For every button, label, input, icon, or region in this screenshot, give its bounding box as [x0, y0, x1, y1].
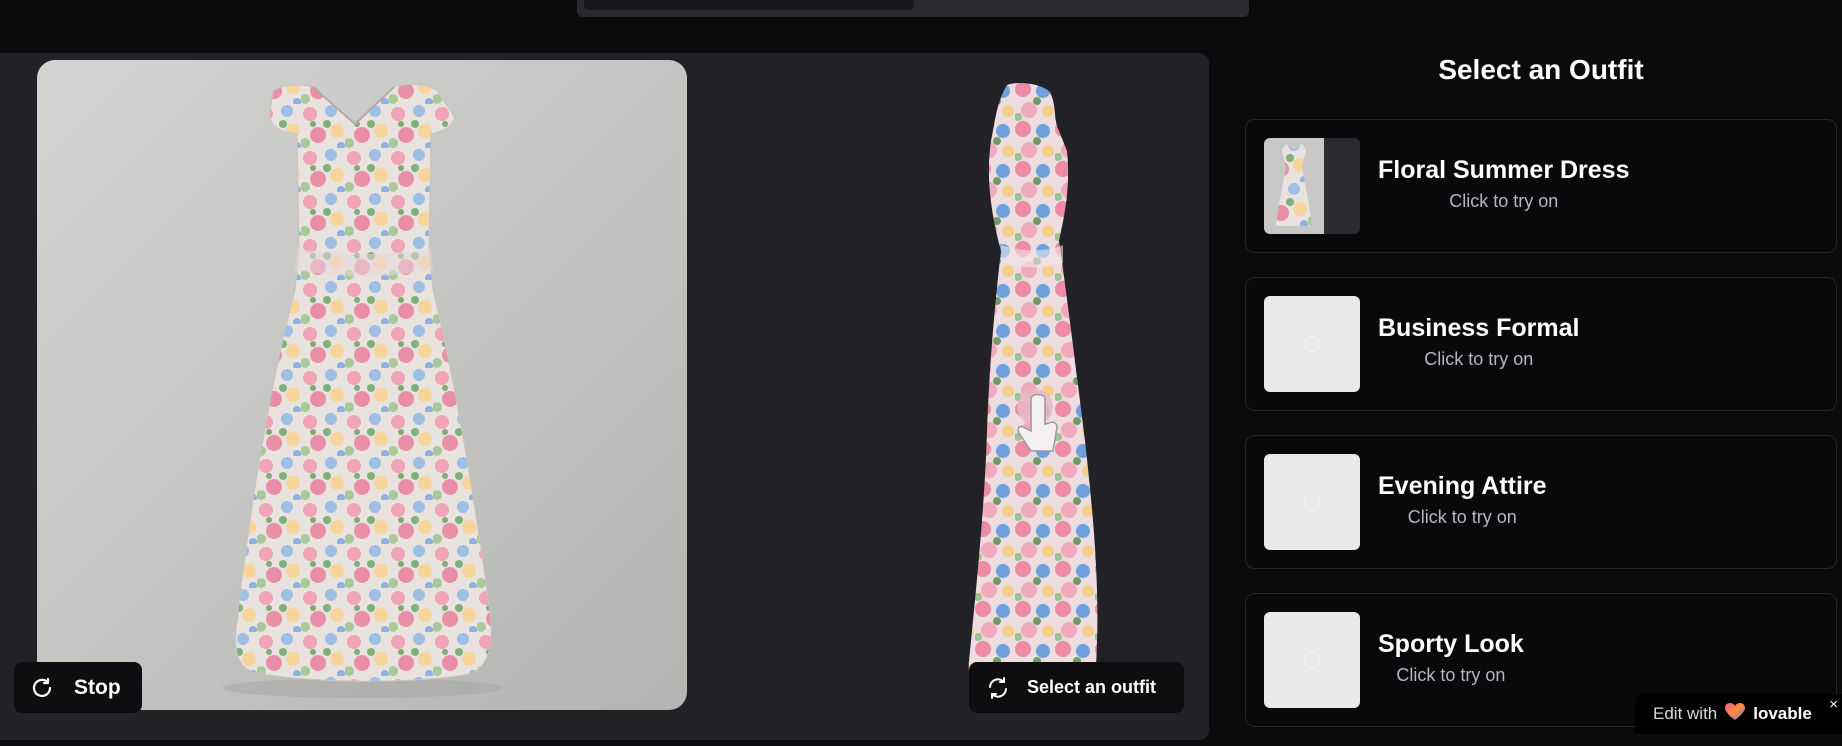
outfit-card-evening-attire[interactable]: Evening Attire Click to try on: [1245, 435, 1837, 569]
outfit-name: Evening Attire: [1378, 472, 1547, 500]
outfit-card-business-formal[interactable]: Business Formal Click to try on: [1245, 277, 1837, 411]
loading-spinner-icon: [1304, 336, 1320, 352]
outfit-card-text: Sporty Look Click to try on: [1378, 630, 1524, 686]
select-outfit-button[interactable]: Select an outfit: [969, 662, 1184, 713]
select-outfit-label: Select an outfit: [1027, 677, 1157, 697]
toolbar-input[interactable]: [584, 0, 914, 10]
outfit-thumbnail: [1264, 612, 1360, 708]
stop-label: Stop: [74, 675, 121, 699]
top-toolbar: [577, 0, 1249, 17]
heart-icon: [1725, 702, 1746, 726]
outfit-card-text: Evening Attire Click to try on: [1378, 472, 1547, 528]
loading-spinner-icon: [1304, 652, 1320, 668]
stop-button[interactable]: Stop: [14, 662, 142, 713]
outfit-name: Business Formal: [1378, 314, 1580, 342]
outfit-card-text: Floral Summer Dress Click to try on: [1378, 156, 1630, 212]
outfit-card-text: Business Formal Click to try on: [1378, 314, 1579, 370]
outfit-name: Sporty Look: [1378, 630, 1524, 658]
outfit-subtitle: Click to try on: [1449, 191, 1559, 211]
refresh-icon: [29, 675, 55, 701]
loading-spinner-icon: [1304, 494, 1320, 510]
edit-with-lovable-badge[interactable]: Edit with lovable ×: [1635, 694, 1842, 734]
edit-with-label: Edit with: [1653, 704, 1718, 723]
tryon-stage: Stop Select an outfit: [0, 53, 1209, 740]
outfit-subtitle: Click to try on: [1396, 665, 1506, 685]
outfit-subtitle: Click to try on: [1424, 349, 1534, 369]
outfit-photo: [37, 60, 687, 710]
outfit-card-floral-summer-dress[interactable]: Floral Summer Dress Click to try on: [1245, 119, 1837, 253]
close-badge-button[interactable]: ×: [1829, 696, 1838, 713]
outfit-thumbnail: [1264, 138, 1360, 234]
lovable-brand: lovable: [1753, 704, 1812, 723]
outfit-thumbnail: [1264, 296, 1360, 392]
panel-title: Select an Outfit: [1438, 54, 1644, 85]
outfit-thumbnail: [1264, 454, 1360, 550]
avatar-3d-model[interactable]: [935, 81, 1125, 711]
outfit-subtitle: Click to try on: [1407, 507, 1517, 527]
swap-icon: [985, 675, 1011, 701]
outfit-name: Floral Summer Dress: [1378, 156, 1630, 184]
